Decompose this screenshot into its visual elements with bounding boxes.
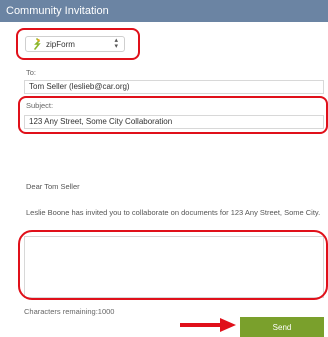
dialog-title: Community Invitation <box>0 0 328 22</box>
to-field[interactable]: Tom Seller (leslieb@car.org) <box>24 80 324 94</box>
app-selector-dropdown[interactable]: zipForm ▴ ▾ <box>25 36 125 52</box>
select-arrows-icon: ▴ ▾ <box>114 37 118 50</box>
community-invitation-dialog: Community Invitation zipForm ▴ ▾ To: Tom … <box>0 0 328 337</box>
message-input[interactable] <box>24 236 324 298</box>
to-label: To: <box>26 68 37 77</box>
app-selector-value: zipForm <box>46 39 75 49</box>
invitation-body-text: Leslie Boone has invited you to collabor… <box>26 208 321 217</box>
zipform-logo-icon <box>34 38 41 50</box>
send-button[interactable]: Send <box>240 317 324 337</box>
red-arrow-icon <box>180 318 236 332</box>
subject-field[interactable]: 123 Any Street, Some City Collaboration <box>24 115 324 129</box>
subject-label: Subject: <box>26 101 54 110</box>
characters-remaining: Characters remaining:1000 <box>24 307 115 316</box>
greeting-text: Dear Tom Seller <box>26 182 80 191</box>
